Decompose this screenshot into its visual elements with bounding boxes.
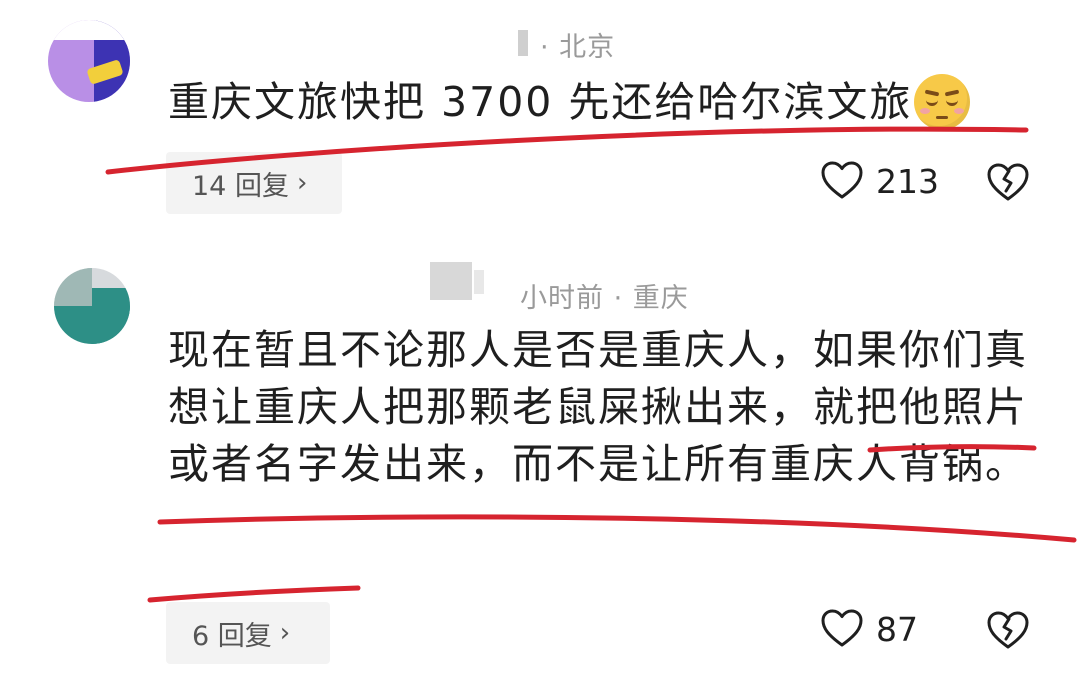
heart-outline-icon	[821, 161, 863, 199]
avatar-shape	[48, 20, 130, 40]
relieved-face-emoji-icon	[914, 74, 970, 130]
user-avatar[interactable]	[48, 20, 130, 102]
avatar-shape	[92, 288, 130, 344]
underline-mark	[157, 514, 1077, 543]
comment-text: 重庆文旅快把 3700 先还给哈尔滨文旅	[168, 78, 913, 126]
redacted-username	[518, 30, 528, 56]
comment-meta: 小时前 · 重庆	[520, 283, 689, 314]
heart-outline-icon	[821, 609, 863, 647]
like-button[interactable]	[820, 160, 864, 204]
chevron-right-icon: ›	[279, 618, 291, 648]
dislike-button[interactable]	[986, 610, 1030, 654]
reply-count: 14 回复	[192, 170, 289, 202]
like-button[interactable]	[820, 608, 864, 652]
view-replies-button[interactable]: 14 回复 ›	[166, 152, 342, 214]
redacted-username	[430, 262, 472, 300]
comment-meta: · 北京	[540, 32, 616, 63]
avatar-shape	[54, 268, 92, 306]
dislike-button[interactable]	[986, 162, 1030, 206]
underline-mark	[147, 585, 361, 603]
user-avatar[interactable]	[54, 268, 130, 344]
chevron-right-icon: ›	[296, 168, 308, 198]
like-count: 87	[876, 610, 918, 649]
broken-heart-icon	[987, 611, 1029, 649]
reply-count: 6 回复	[192, 620, 272, 652]
broken-heart-icon	[987, 163, 1029, 201]
redacted-username	[474, 270, 484, 294]
like-count: 213	[876, 162, 939, 201]
view-replies-button[interactable]: 6 回复 ›	[166, 602, 330, 664]
comment-text: 现在暂且不论那人是否是重庆人，如果你们真想让重庆人把那颗老鼠屎揪出来，就把他照片…	[168, 326, 1028, 488]
